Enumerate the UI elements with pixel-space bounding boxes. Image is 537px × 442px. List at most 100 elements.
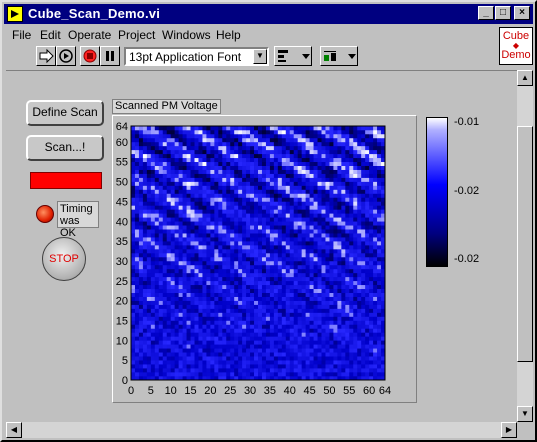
heatmap-cell: [293, 241, 298, 246]
heatmap-cell: [269, 129, 275, 135]
title-bar: Cube_Scan_Demo.vi _ □ ×: [4, 4, 533, 24]
heatmap-cell: [250, 249, 255, 254]
heatmap-cell: [265, 205, 271, 210]
heatmap-cell: [361, 197, 366, 202]
heatmap-cell: [210, 316, 215, 321]
heatmap-cell: [317, 320, 322, 325]
heatmap-cell: [198, 185, 203, 190]
heatmap-cell: [154, 332, 160, 337]
heatmap-cell: [349, 256, 354, 262]
menu-operate[interactable]: Operate: [68, 28, 111, 42]
heatmap-cell: [297, 249, 302, 254]
heatmap-cell: [230, 280, 235, 286]
heatmap-cell: [285, 280, 291, 286]
heatmap-cell: [222, 276, 227, 282]
close-icon[interactable]: ×: [514, 6, 530, 20]
heatmap-cell: [337, 126, 342, 131]
heatmap-cell: [158, 348, 164, 353]
heatmap-cell: [333, 260, 338, 266]
heatmap-cell: [206, 205, 211, 210]
heatmap-cell: [218, 288, 223, 293]
heatmap-cell: [269, 368, 275, 373]
heatmap-cell: [265, 145, 271, 151]
heatmap-cell: [166, 348, 171, 353]
scan-button[interactable]: Scan...!: [26, 135, 104, 161]
scroll-up-icon[interactable]: ▲: [517, 70, 533, 86]
heatmap-cell: [281, 268, 287, 274]
horizontal-scrollbar[interactable]: ◀ ▶: [6, 422, 517, 438]
heatmap-cell: [206, 245, 211, 250]
heatmap-cell: [162, 177, 168, 182]
heatmap-cell: [138, 126, 144, 131]
heatmap-cell: [214, 264, 219, 270]
scroll-right-icon[interactable]: ▶: [501, 422, 517, 438]
heatmap-cell: [289, 209, 295, 214]
heatmap-cell: [206, 233, 211, 238]
heatmap-cell: [373, 324, 378, 329]
heatmap-cell: [178, 272, 183, 278]
heatmap-cell: [154, 292, 160, 297]
heatmap-cell: [226, 145, 231, 151]
menu-edit[interactable]: Edit: [40, 28, 61, 42]
heatmap-cell: [230, 237, 235, 242]
heatmap-cell: [194, 201, 199, 206]
heatmap-cell: [333, 308, 338, 313]
heatmap-cell: [170, 348, 175, 353]
heatmap-cell: [373, 312, 378, 317]
heatmap-cell: [333, 177, 338, 182]
font-selector[interactable]: 13pt Application Font ▼: [124, 47, 269, 66]
heatmap-cell: [285, 241, 291, 246]
heatmap-cell: [150, 133, 156, 139]
heatmap-cell: [190, 352, 195, 357]
run-continuously-icon[interactable]: [56, 46, 76, 66]
heatmap-cell: [313, 320, 318, 325]
heatmap-cell: [321, 193, 326, 198]
heatmap-cell: [277, 292, 283, 297]
heatmap-cell: [202, 209, 207, 214]
distribute-objects-icon[interactable]: [320, 46, 358, 66]
heatmap-cell: [361, 352, 366, 357]
heatmap-cell: [254, 181, 259, 186]
heatmap-cell: [353, 161, 358, 166]
heatmap-cell: [297, 328, 302, 333]
heatmap-cell: [186, 193, 191, 198]
heatmap-cell: [206, 328, 211, 333]
heatmap-cell: [198, 292, 203, 297]
menu-windows[interactable]: Windows: [162, 28, 211, 42]
heatmap-cell: [154, 217, 160, 222]
scroll-left-icon[interactable]: ◀: [6, 422, 22, 438]
heatmap-cell: [258, 177, 263, 182]
heatmap-cell: [170, 193, 175, 198]
heatmap-cell: [182, 201, 187, 206]
menu-help[interactable]: Help: [216, 28, 241, 42]
heatmap-cell: [297, 225, 302, 230]
heatmap-cell: [301, 276, 306, 282]
minimize-icon[interactable]: _: [478, 6, 494, 20]
heatmap-cell: [158, 197, 164, 202]
vertical-scroll-thumb[interactable]: [517, 126, 533, 362]
heatmap-cell: [174, 312, 179, 317]
run-arrow-icon[interactable]: [36, 46, 56, 66]
align-objects-icon[interactable]: [274, 46, 312, 66]
heatmap-cell: [158, 372, 164, 377]
heatmap-cell: [333, 217, 338, 222]
maximize-icon[interactable]: □: [495, 6, 511, 20]
heatmap-cell: [142, 360, 148, 365]
stop-button[interactable]: STOP: [42, 237, 86, 281]
define-scan-button[interactable]: Define Scan: [26, 100, 104, 126]
heatmap-cell: [261, 161, 267, 166]
chevron-down-icon[interactable]: ▼: [253, 49, 267, 64]
heatmap-cell: [234, 209, 239, 214]
vertical-scrollbar[interactable]: ▲ ▼: [517, 70, 533, 422]
heatmap-cell: [134, 245, 140, 250]
heatmap-cell: [131, 316, 136, 321]
abort-stop-icon[interactable]: [80, 46, 100, 66]
menu-project[interactable]: Project: [118, 28, 155, 42]
heatmap-cell: [134, 292, 140, 297]
heatmap-cell: [341, 189, 346, 194]
menu-file[interactable]: File: [12, 28, 31, 42]
heatmap-cell: [158, 221, 164, 226]
heatmap-cell: [178, 209, 183, 214]
pause-icon[interactable]: [100, 46, 120, 66]
scroll-down-icon[interactable]: ▼: [517, 406, 533, 422]
